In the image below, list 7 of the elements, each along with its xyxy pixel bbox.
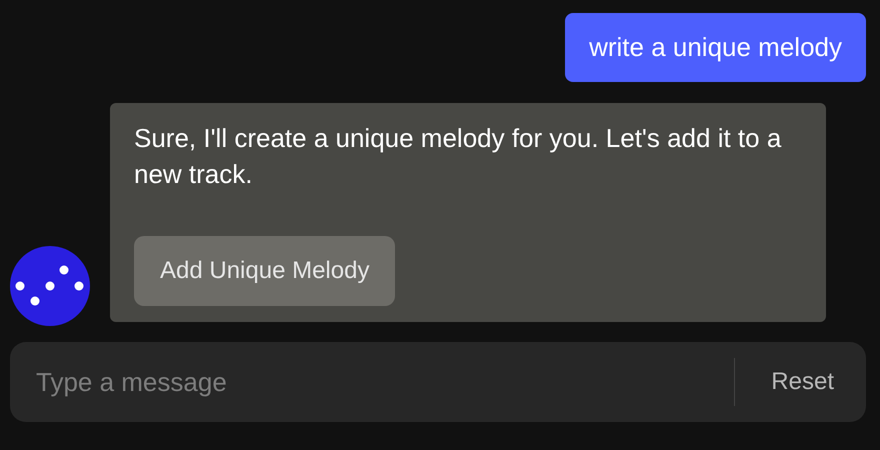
- user-message: write a unique melody: [565, 13, 866, 82]
- assistant-message: Sure, I'll create a unique melody for you. Let's add it to a new track.: [134, 122, 782, 191]
- reset-button[interactable]: Reset: [763, 368, 842, 396]
- avatar-icon: [10, 246, 90, 326]
- add-melody-button[interactable]: Add Unique Melody: [134, 236, 396, 306]
- message-input[interactable]: Type a message: [34, 366, 734, 398]
- message-field[interactable]: Type a message Reset: [10, 342, 866, 422]
